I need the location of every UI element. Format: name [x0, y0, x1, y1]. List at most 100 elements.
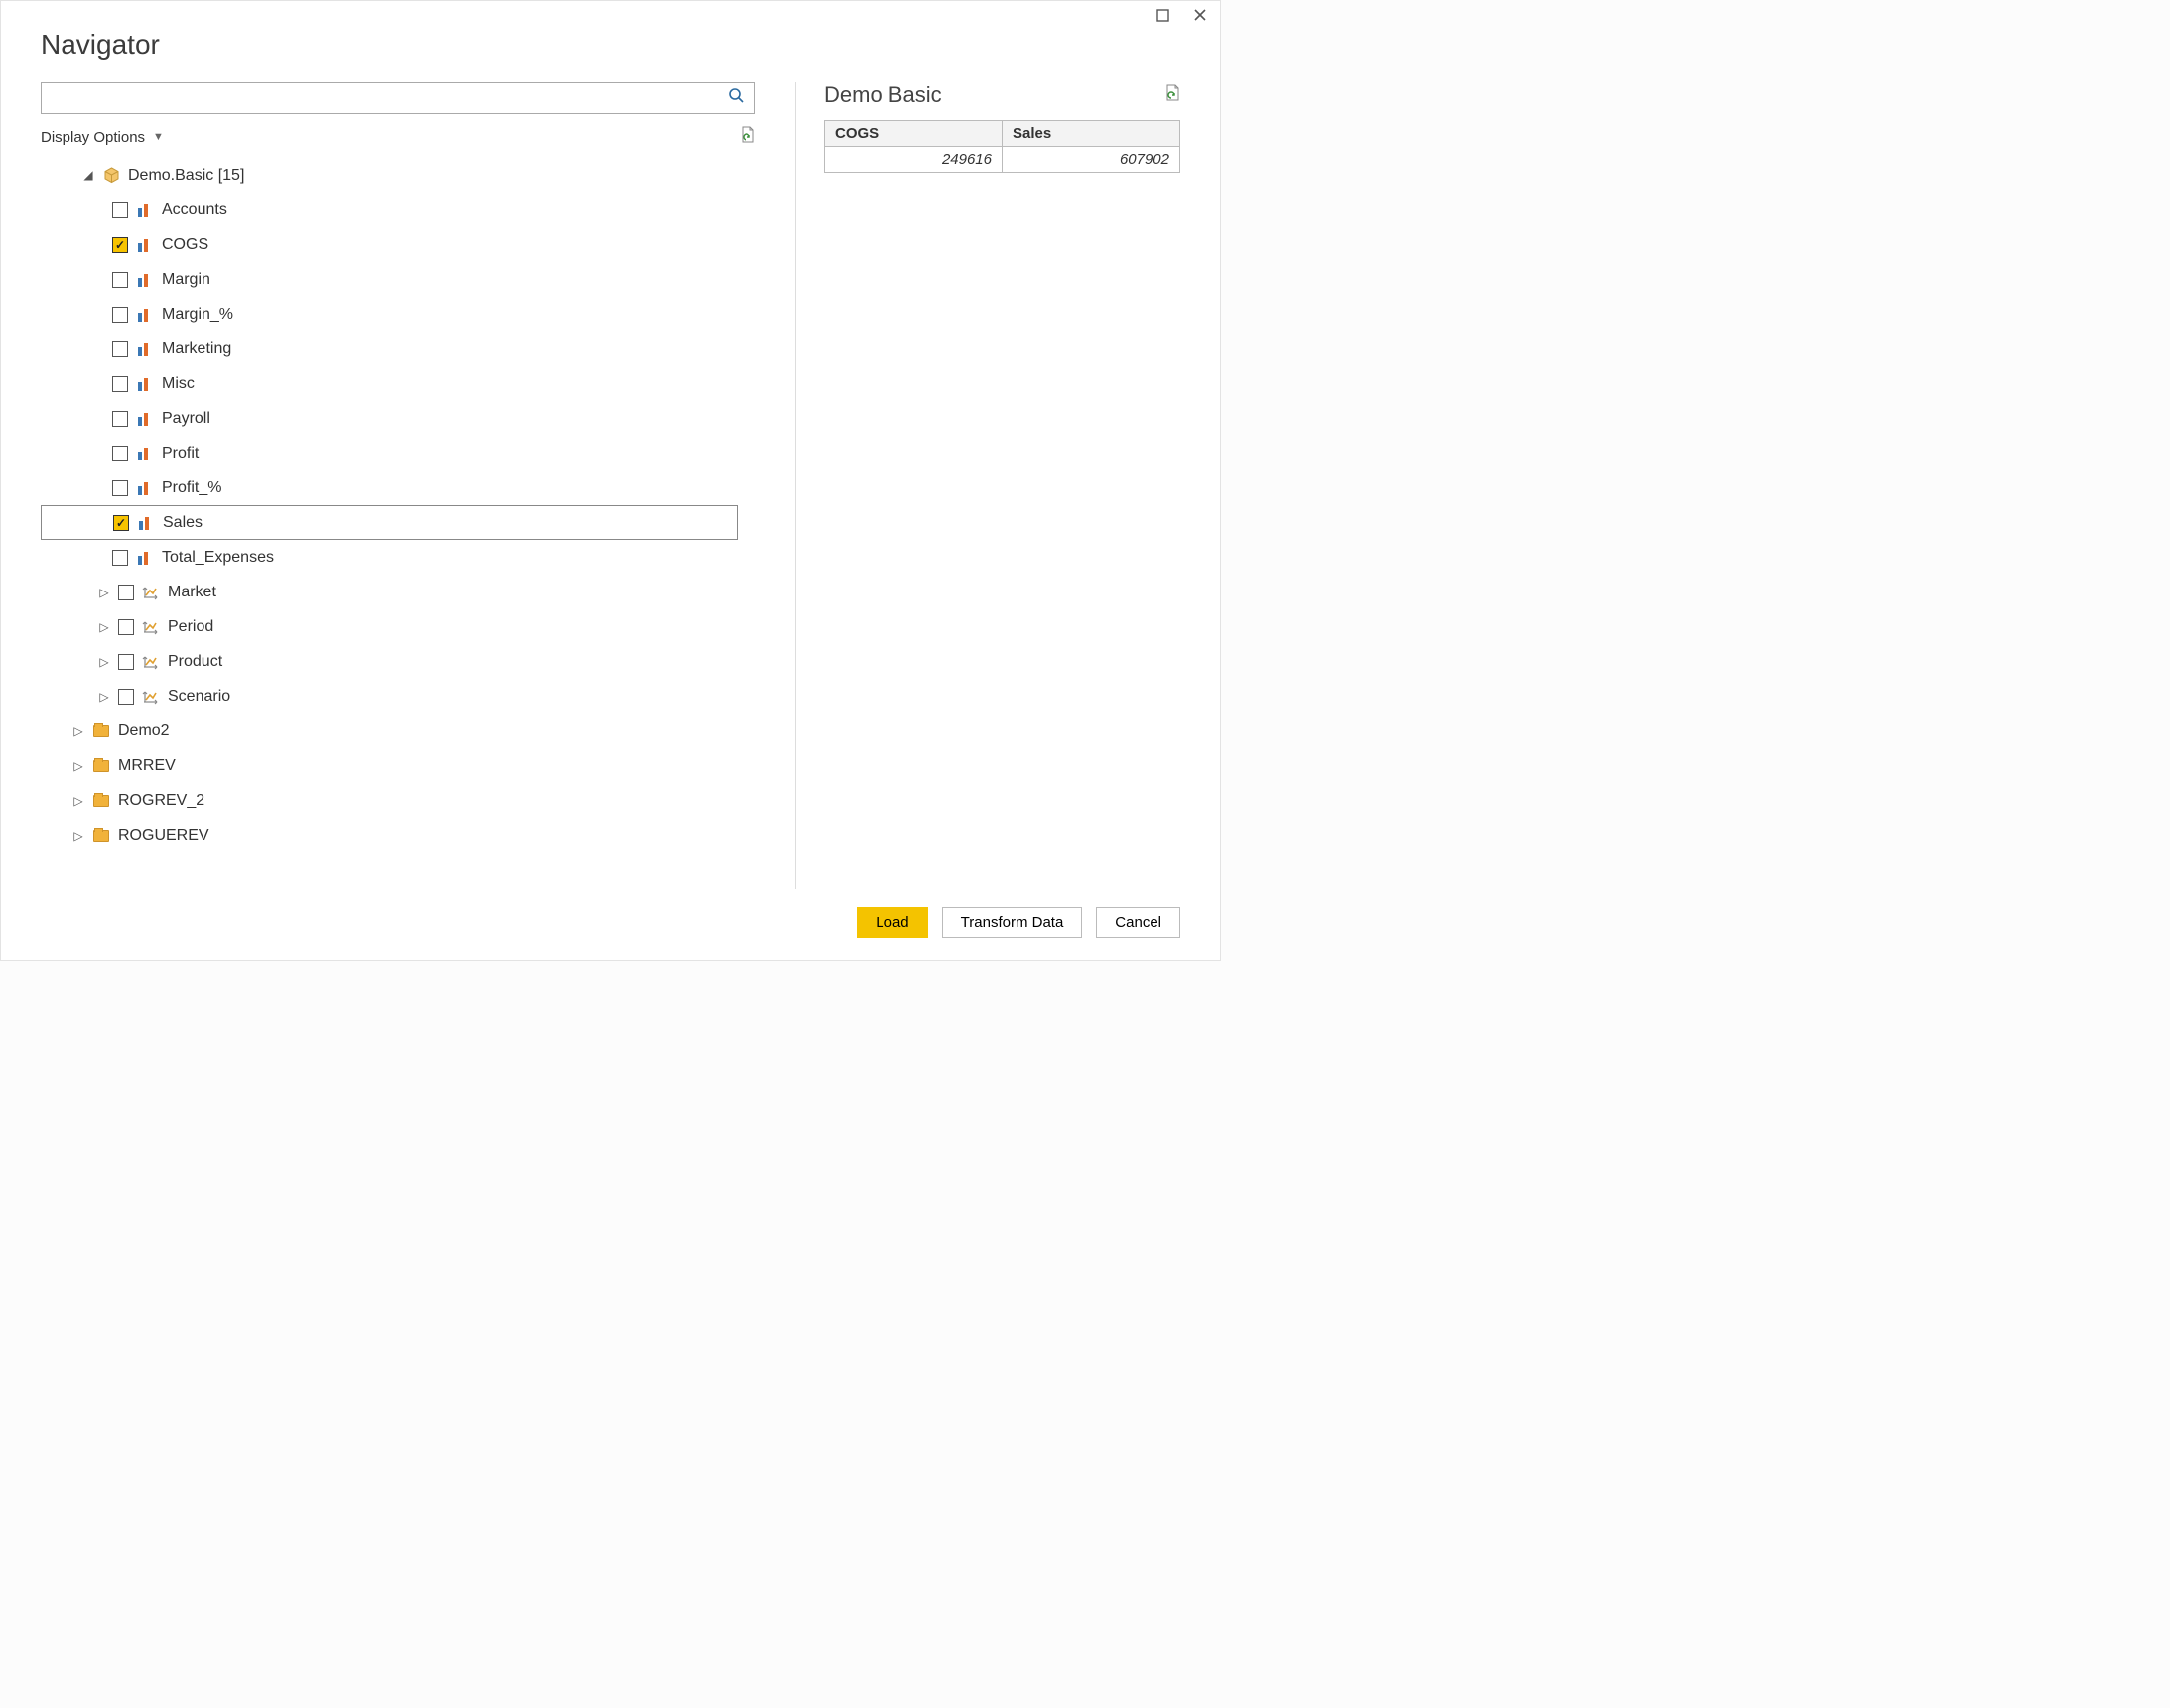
folder-icon [92, 795, 110, 807]
nav-tree[interactable]: ◢ Demo.Basic [15] Accounts COGS Margin M… [41, 158, 755, 889]
tree-folder[interactable]: ▷ MRREV [41, 748, 738, 783]
display-options-label: Display Options [41, 129, 145, 146]
bar-chart-icon [136, 481, 154, 495]
tree-item[interactable]: ▷ Scenario [41, 679, 738, 714]
tree-item-label: Profit_% [162, 479, 221, 497]
display-options-dropdown[interactable]: Display Options ▼ [41, 129, 164, 146]
search-icon[interactable] [728, 87, 745, 109]
maximize-icon[interactable] [1154, 7, 1170, 23]
preview-col-header: COGS [825, 121, 1003, 147]
checkbox[interactable] [113, 515, 129, 531]
tree-item-label: Margin [162, 271, 210, 289]
preview-refresh-icon[interactable] [1164, 84, 1180, 107]
bar-chart-icon [136, 447, 154, 460]
tree-item-label: Product [168, 653, 222, 671]
checkbox[interactable] [118, 619, 134, 635]
tree-item-label: Period [168, 618, 213, 636]
checkbox[interactable] [112, 411, 128, 427]
hierarchy-icon [142, 619, 160, 635]
tree-item[interactable]: COGS [41, 227, 738, 262]
tree-item-label: Market [168, 584, 216, 601]
checkbox[interactable] [112, 376, 128, 392]
tree-item[interactable]: Payroll [41, 401, 738, 436]
bar-chart-icon [136, 551, 154, 565]
cancel-button[interactable]: Cancel [1096, 907, 1180, 938]
checkbox[interactable] [112, 341, 128, 357]
checkbox[interactable] [118, 585, 134, 600]
dialog-title: Navigator [1, 23, 1220, 82]
bar-chart-icon [136, 203, 154, 217]
tree-item[interactable]: Profit [41, 436, 738, 470]
search-input-wrapper[interactable] [41, 82, 755, 114]
tree-item[interactable]: Margin_% [41, 297, 738, 331]
tree-item-label: Sales [163, 514, 203, 532]
checkbox[interactable] [112, 446, 128, 461]
tree-root-label: Demo.Basic [15] [128, 167, 244, 185]
close-icon[interactable] [1192, 7, 1208, 23]
tree-folder[interactable]: ▷ ROGREV_2 [41, 783, 738, 818]
transform-data-button[interactable]: Transform Data [942, 907, 1083, 938]
refresh-icon[interactable] [740, 126, 755, 148]
load-button[interactable]: Load [857, 907, 927, 938]
tree-item[interactable]: Total_Expenses [41, 540, 738, 575]
collapse-arrow-icon[interactable]: ◢ [82, 168, 94, 182]
tree-item[interactable]: Sales [41, 505, 738, 540]
bar-chart-icon [136, 412, 154, 426]
left-pane: Display Options ▼ ◢ Demo.Basic [15] Ac [41, 82, 755, 889]
dialog-footer: Load Transform Data Cancel [1, 889, 1220, 960]
hierarchy-icon [142, 585, 160, 600]
tree-item[interactable]: Misc [41, 366, 738, 401]
checkbox[interactable] [112, 202, 128, 218]
expand-arrow-icon[interactable]: ▷ [72, 829, 84, 843]
tree-item-label: Misc [162, 375, 195, 393]
tree-folder-label: ROGREV_2 [118, 792, 204, 810]
tree-item-label: COGS [162, 236, 208, 254]
bar-chart-icon [136, 238, 154, 252]
tree-item-label: Payroll [162, 410, 210, 428]
tree-item-label: Profit [162, 445, 199, 462]
tree-item[interactable]: Marketing [41, 331, 738, 366]
tree-item[interactable]: ▷ Product [41, 644, 738, 679]
expand-arrow-icon[interactable]: ▷ [98, 655, 110, 669]
folder-icon [92, 725, 110, 737]
preview-cell: 249616 [825, 147, 1003, 173]
expand-arrow-icon[interactable]: ▷ [72, 724, 84, 738]
expand-arrow-icon[interactable]: ▷ [72, 794, 84, 808]
cube-icon [102, 167, 120, 184]
expand-arrow-icon[interactable]: ▷ [98, 586, 110, 599]
preview-row: 249616607902 [825, 147, 1180, 173]
preview-cell: 607902 [1003, 147, 1180, 173]
checkbox[interactable] [112, 272, 128, 288]
preview-col-header: Sales [1003, 121, 1180, 147]
tree-item[interactable]: Accounts [41, 193, 738, 227]
tree-item[interactable]: Profit_% [41, 470, 738, 505]
tree-folder[interactable]: ▷ ROGUEREV [41, 818, 738, 853]
tree-root[interactable]: ◢ Demo.Basic [15] [41, 158, 738, 193]
bar-chart-icon [136, 342, 154, 356]
preview-title: Demo Basic [824, 82, 942, 108]
tree-folder[interactable]: ▷ Demo2 [41, 714, 738, 748]
checkbox[interactable] [118, 689, 134, 705]
checkbox[interactable] [112, 307, 128, 323]
navigator-dialog: Navigator Display Options ▼ [0, 0, 1221, 961]
preview-pane: Demo Basic COGSSales 249616607902 [795, 82, 1180, 889]
preview-table: COGSSales 249616607902 [824, 120, 1180, 173]
bar-chart-icon [136, 273, 154, 287]
expand-arrow-icon[interactable]: ▷ [98, 620, 110, 634]
checkbox[interactable] [118, 654, 134, 670]
folder-icon [92, 830, 110, 842]
tree-folder-label: ROGUEREV [118, 827, 209, 845]
tree-item[interactable]: ▷ Period [41, 609, 738, 644]
checkbox[interactable] [112, 237, 128, 253]
hierarchy-icon [142, 654, 160, 670]
search-input[interactable] [52, 89, 728, 108]
expand-arrow-icon[interactable]: ▷ [72, 759, 84, 773]
bar-chart-icon [136, 377, 154, 391]
expand-arrow-icon[interactable]: ▷ [98, 690, 110, 704]
checkbox[interactable] [112, 550, 128, 566]
tree-folder-label: Demo2 [118, 723, 170, 740]
hierarchy-icon [142, 689, 160, 705]
tree-item[interactable]: ▷ Market [41, 575, 738, 609]
tree-item[interactable]: Margin [41, 262, 738, 297]
checkbox[interactable] [112, 480, 128, 496]
